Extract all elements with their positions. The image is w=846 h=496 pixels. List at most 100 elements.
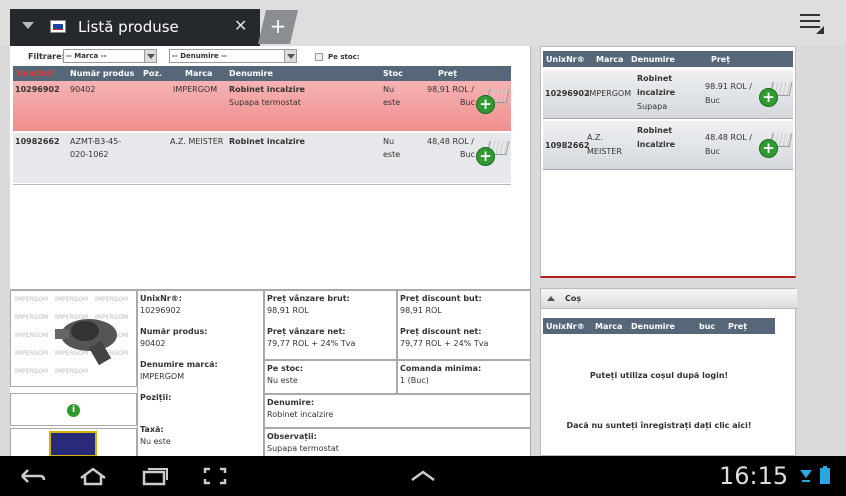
unix-value: 10296902 xyxy=(140,306,181,315)
row-denumire-3: Supapa xyxy=(637,102,668,111)
row-denumire: Robinet incalzire xyxy=(229,85,305,94)
denumire-key: Denumire: xyxy=(267,398,315,407)
right-panel: UnixNr® Marca Denumire Preț 10296902 IMP… xyxy=(540,46,797,456)
screenshot-icon[interactable] xyxy=(202,466,228,486)
plus-icon: + xyxy=(476,95,495,114)
discount-col: Preț discount but: 98,91 ROL Preț discou… xyxy=(397,290,531,360)
row-pret: 98.91 ROL / xyxy=(705,82,752,91)
plus-icon: + xyxy=(759,139,778,158)
col-pret[interactable]: Preț xyxy=(438,69,457,78)
pozitii-key: Poziții: xyxy=(140,393,172,402)
stoc-key: Pe stoc: xyxy=(267,364,304,373)
row-marca-2: MEISTER xyxy=(587,147,622,156)
back-icon[interactable] xyxy=(18,466,46,486)
chevron-down-icon xyxy=(284,50,296,62)
system-nav-bar: 16:15 xyxy=(0,456,846,496)
row-pret-unit: Buc xyxy=(460,150,475,159)
add-to-cart-button[interactable]: + xyxy=(759,133,793,159)
active-tab[interactable]: Listă produse ✕ xyxy=(10,9,260,46)
col-marca[interactable]: Marca xyxy=(185,69,212,78)
taxa-key: Taxă: xyxy=(140,425,164,434)
battery-icon xyxy=(820,466,830,484)
collapse-icon xyxy=(547,296,555,301)
row-denumire: Robinet xyxy=(637,74,673,83)
col-unix: UnixNr® xyxy=(546,55,585,64)
col-unix[interactable]: UnixNr® xyxy=(16,69,55,78)
comanda-key: Comanda minima: xyxy=(400,364,482,373)
detail-col-1: UnixNr®: 10296902 Număr produs: 90402 De… xyxy=(137,290,264,458)
cart-table-header: UnixNr® Marca Denumire buc Preț xyxy=(543,318,775,334)
row-denumire: Robinet incalzire xyxy=(229,137,305,146)
col-buc: buc xyxy=(699,322,716,331)
observatii-value: Supapa termostat xyxy=(267,444,339,453)
brand-watermark: IMPERGOM xyxy=(95,314,128,321)
denumire-select[interactable]: -- Denumire -- xyxy=(169,49,297,63)
brand-watermark: IMPERGOM xyxy=(15,350,48,357)
table-header: UnixNr® Număr produs Poz. Marca Denumire… xyxy=(13,66,511,81)
table-row[interactable]: 10982662 AZMT-B3-45- 020-1062 A.Z. MEIST… xyxy=(13,133,511,183)
observatii-key: Observații: xyxy=(267,432,317,441)
brand-logo xyxy=(49,431,97,457)
recent-apps-icon[interactable] xyxy=(140,466,170,486)
stoc-checkbox[interactable] xyxy=(315,53,323,61)
denumire-value: Robinet incalzire xyxy=(267,410,334,419)
stoc-cell: Pe stoc: Nu este xyxy=(264,360,397,394)
chevron-down-icon xyxy=(144,50,156,62)
row-pret-unit: Buc xyxy=(460,98,475,107)
product-image[interactable]: IMPERGOM IMPERGOM IMPERGOM IMPERGOM IMPERGO… xyxy=(10,290,137,387)
marca-select-value: -- Marca -- xyxy=(66,52,107,60)
marca-select[interactable]: -- Marca -- xyxy=(63,49,157,63)
cart-header[interactable]: Coș xyxy=(541,289,797,309)
taxa-value: Nu este xyxy=(140,437,171,446)
col-denumire[interactable]: Denumire xyxy=(229,69,273,78)
col-marca: Marca xyxy=(595,322,623,331)
brand-logo-cell xyxy=(10,428,137,458)
row-marca: IMPERGOM xyxy=(587,89,632,98)
row-stoc-sub: este xyxy=(383,98,401,107)
compare-row[interactable]: 10296902 IMPERGOM Robinet incalzire Supa… xyxy=(543,70,793,119)
cart-panel: Coș UnixNr® Marca Denumire buc Preț Pute… xyxy=(540,288,797,456)
col-pret: Preț xyxy=(728,322,748,331)
info-icon[interactable]: i xyxy=(67,404,80,417)
home-icon[interactable] xyxy=(78,466,108,486)
tab-title: Listă produse xyxy=(78,18,179,36)
tab-dropdown-icon[interactable] xyxy=(22,22,34,29)
menu-icon[interactable] xyxy=(800,14,824,34)
brand-watermark: IMPERGOM xyxy=(55,350,88,357)
chevron-up-icon[interactable] xyxy=(410,470,436,482)
add-to-cart-button[interactable]: + xyxy=(476,141,510,167)
compare-panel: UnixNr® Marca Denumire Preț 10296902 IMP… xyxy=(540,46,796,278)
brand-watermark: IMPERGOM xyxy=(55,368,88,375)
row-unix: 10982662 xyxy=(545,141,590,150)
add-to-cart-button[interactable]: + xyxy=(476,89,510,115)
stoc-value: Nu este xyxy=(267,376,298,385)
marca-value: IMPERGOM xyxy=(140,372,185,381)
pdb-value: 98,91 ROL xyxy=(400,306,442,315)
col-stoc[interactable]: Stoc xyxy=(383,69,403,78)
table-row[interactable]: 10296902 90402 IMPERGOM Robinet incalzir… xyxy=(13,81,511,131)
plus-icon: + xyxy=(476,147,495,166)
product-list-panel: Filtrare: -- Marca -- -- Denumire -- Pe … xyxy=(10,46,531,458)
pdn-value: 79,77 ROL + 24% Tva xyxy=(400,339,489,348)
comanda-value: 1 (Buc) xyxy=(400,376,429,385)
col-numar[interactable]: Număr produs xyxy=(70,69,134,78)
brand-watermark: IMPERGOM xyxy=(15,332,48,339)
compare-row[interactable]: 10982662 A.Z. MEISTER Robinet incalzire … xyxy=(543,121,793,170)
add-to-cart-button[interactable]: + xyxy=(759,82,793,108)
col-poz[interactable]: Poz. xyxy=(143,69,162,78)
row-stoc-sub: este xyxy=(383,150,401,159)
row-denumire-sub: Supapa termostat xyxy=(229,98,301,107)
new-tab-button[interactable]: + xyxy=(258,10,298,44)
row-numar: AZMT-B3-45- xyxy=(70,137,122,146)
comanda-cell: Comanda minima: 1 (Buc) xyxy=(397,360,531,394)
row-numar: 90402 xyxy=(70,85,96,94)
wifi-icon xyxy=(800,470,812,482)
filter-bar: Filtrare: -- Marca -- -- Denumire -- Pe … xyxy=(10,46,531,65)
close-tab-icon[interactable]: ✕ xyxy=(234,16,247,35)
pvn-value: 79,77 ROL + 24% Tva xyxy=(267,339,356,348)
row-denumire: Robinet xyxy=(637,126,673,135)
numar-value: 90402 xyxy=(140,339,166,348)
col-pret: Preț xyxy=(711,55,731,64)
register-link[interactable]: Dacă nu sunteți înregistrați dați clic a… xyxy=(541,421,777,430)
pdb-key: Preț discount but: xyxy=(400,294,482,303)
